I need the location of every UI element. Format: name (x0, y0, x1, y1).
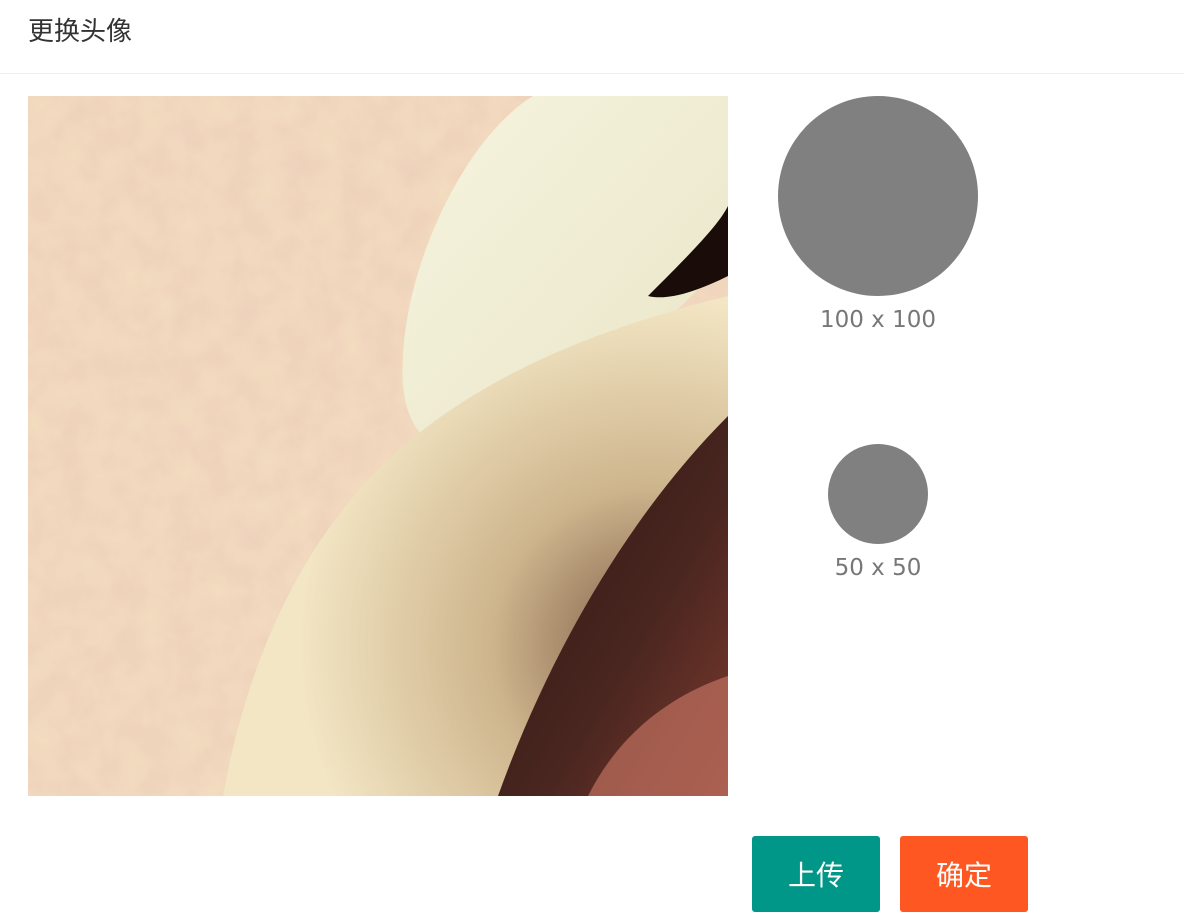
preview-small: 50 x 50 (828, 444, 928, 582)
preview-small-label: 50 x 50 (834, 555, 922, 581)
avatar-source-image (28, 96, 728, 796)
preview-large-label: 100 x 100 (819, 307, 937, 333)
confirm-button[interactable]: 确定 (900, 836, 1028, 912)
image-crop-area[interactable] (28, 96, 728, 796)
preview-large: 100 x 100 (778, 96, 978, 334)
preview-small-avatar (828, 444, 928, 544)
avatar-dialog: 更换头像 100 x 100 50 x 50 上传 确定 (0, 0, 1184, 922)
dialog-title: 更换头像 (28, 17, 133, 47)
dialog-header: 更换头像 (0, 0, 1184, 74)
preview-large-avatar (778, 96, 978, 296)
upload-button[interactable]: 上传 (752, 836, 880, 912)
